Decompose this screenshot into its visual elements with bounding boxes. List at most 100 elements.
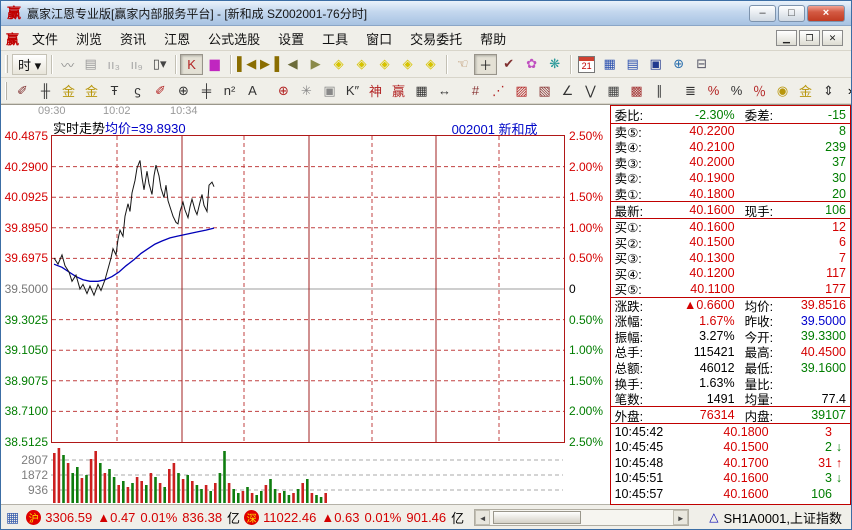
percent-tool[interactable]: %	[725, 80, 748, 101]
scroll-left-arrow[interactable]: ◄	[475, 510, 490, 525]
star-target-tool[interactable]: ✳	[295, 80, 318, 101]
volume-profile-tool[interactable]: ≣	[679, 80, 702, 101]
maximize-button[interactable]: □	[778, 5, 805, 22]
shanghai-index-quote[interactable]: 3306.59 ▲0.47 0.01% 836.38亿	[45, 508, 240, 527]
double-comb-tool[interactable]: ╪	[195, 80, 218, 101]
prev-page-button[interactable]: ◀	[281, 54, 304, 75]
angle-pen-tool[interactable]: ✐	[11, 80, 34, 101]
chip-distribution-tool[interactable]: ✿	[520, 54, 543, 75]
gann-diamond-down[interactable]: ◈	[396, 54, 419, 75]
gann-diamond-center[interactable]: ◈	[419, 54, 442, 75]
percent-line-tool[interactable]: ％	[748, 80, 771, 101]
menu-item-trade-order[interactable]: 交易委托	[401, 26, 471, 51]
menu-item-gann[interactable]: 江恩	[155, 26, 199, 51]
mdi-minimize-button[interactable]: ▁	[776, 30, 797, 46]
measure-check-tool[interactable]: ✔	[497, 54, 520, 75]
gold-circle-tool[interactable]: ◉	[771, 80, 794, 101]
text-label-tool[interactable]: A	[241, 80, 264, 101]
parallel-lines-tool[interactable]: ∥	[648, 80, 671, 101]
minute-9-chart[interactable]: ıı₉	[125, 54, 148, 75]
red-angle-tool[interactable]: ✐	[149, 80, 172, 101]
fibonacci-comb[interactable]: Ŧ	[103, 80, 126, 101]
current-index-label[interactable]: SH1A0001,上证指数	[724, 508, 843, 527]
trend-mode[interactable]: 〰	[56, 54, 79, 75]
menu-item-file[interactable]: 文件	[23, 26, 67, 51]
volume-bar	[278, 493, 281, 503]
next-page-button[interactable]: ▶	[304, 54, 327, 75]
menu-item-formula-picker[interactable]: 公式选股	[199, 26, 269, 51]
smart-analysis-tool[interactable]: ❋	[543, 54, 566, 75]
red-grid-overlay-tool[interactable]: ▩	[625, 80, 648, 101]
red-target-tool[interactable]: ⊕	[272, 80, 295, 101]
market-grid-icon[interactable]: ▦	[6, 509, 19, 526]
gann-diamond-right[interactable]: ◈	[350, 54, 373, 75]
gann-comb-tool[interactable]: ╫	[34, 80, 57, 101]
calculator-button[interactable]: ▦	[598, 54, 621, 75]
report-button[interactable]: ▤	[621, 54, 644, 75]
menu-item-help[interactable]: 帮助	[471, 26, 515, 51]
scroll-track[interactable]	[490, 510, 673, 525]
sh-index-pct: 0.01%	[140, 510, 177, 525]
k-notation-tool[interactable]: K″	[341, 80, 364, 101]
numbered-grid-tool[interactable]: ▦	[410, 80, 433, 101]
web-button[interactable]: ⊕	[667, 54, 690, 75]
fan-box-tool-1[interactable]: ▨	[510, 80, 533, 101]
last-page-button[interactable]: ▶▐	[258, 54, 281, 75]
menu-item-settings[interactable]: 设置	[269, 26, 313, 51]
square-of-nine-tool[interactable]: n²	[218, 80, 241, 101]
gold-lines-tool[interactable]: 金	[794, 80, 817, 101]
info-board[interactable]: ▤	[79, 54, 102, 75]
printer-button[interactable]: ⊟	[690, 54, 713, 75]
angle-lines-tool[interactable]: ∠	[556, 80, 579, 101]
save-button[interactable]: ▣	[644, 54, 667, 75]
fan-box-tool-2[interactable]: ▧	[533, 80, 556, 101]
scroll-right-arrow[interactable]: ►	[673, 510, 688, 525]
first-page-button[interactable]: ▌◀	[235, 54, 258, 75]
hand-tool[interactable]: ☜	[451, 54, 474, 75]
menu-item-tools[interactable]: 工具	[313, 26, 357, 51]
mdi-restore-button[interactable]: ❐	[799, 30, 820, 46]
color-volume-chart[interactable]: ▆	[203, 54, 226, 75]
kline-period[interactable]: ▯▾	[148, 54, 171, 75]
gold-ratio-comb-2[interactable]: 金	[80, 80, 103, 101]
shenzhen-index-quote[interactable]: 11022.46 ▲0.63 0.01% 901.46亿	[263, 508, 464, 527]
calendar-button[interactable]: 21	[575, 54, 598, 75]
mdi-close-button[interactable]: ✕	[822, 30, 843, 46]
grid-overlay-tool[interactable]: ▦	[602, 80, 625, 101]
menu-item-window[interactable]: 窗口	[357, 26, 401, 51]
vertical-measure-tool[interactable]: ⇕	[817, 80, 840, 101]
scroll-thumb[interactable]	[493, 511, 581, 524]
price-chart-box[interactable]	[51, 135, 565, 443]
minute-3-chart[interactable]: ıı₃	[102, 54, 125, 75]
more-tools-overflow[interactable]: »	[840, 80, 852, 101]
gann-diamond-left[interactable]: ◈	[327, 54, 350, 75]
gann-fan-tool[interactable]: ⋰	[487, 80, 510, 101]
toolbar-grip[interactable]	[5, 55, 8, 73]
win-indicator-tool[interactable]: 赢	[387, 80, 410, 101]
ask-row-1[interactable]: 卖①:40.180020	[611, 186, 850, 202]
v-lines-tool[interactable]: ⋁	[579, 80, 602, 101]
horizontal-scrollbar[interactable]: ◄ ►	[474, 509, 689, 526]
gann-diamond-up[interactable]: ◈	[373, 54, 396, 75]
menu-item-news[interactable]: 资讯	[111, 26, 155, 51]
width-measure-tool[interactable]: ↔	[433, 80, 456, 101]
bid-row-5[interactable]: 买⑤:40.1100177	[611, 281, 850, 297]
box-target-tool[interactable]: ▣	[318, 80, 341, 101]
period-selector[interactable]: 时 ▾	[12, 54, 47, 75]
circle-grid-tool[interactable]: ⊕	[172, 80, 195, 101]
price-box-tool[interactable]: #	[464, 80, 487, 101]
menu-item-browse[interactable]: 浏览	[67, 26, 111, 51]
gold-ratio-comb-1[interactable]: 金	[57, 80, 80, 101]
toolbar-grip[interactable]	[5, 82, 7, 100]
kline-chart[interactable]: K	[180, 54, 203, 75]
spiral-comb[interactable]: ϛ	[126, 80, 149, 101]
crosshair-tool[interactable]: ＋	[474, 54, 497, 75]
shen-indicator-tool[interactable]: 神	[364, 80, 387, 101]
title-bar[interactable]: 赢 赢家江恩专业版[赢家内部服务平台] - [新和成 SZ002001-76分时…	[1, 1, 851, 26]
close-button[interactable]: ×	[807, 5, 845, 22]
width-measure-tool-icon: ↔	[438, 83, 451, 98]
volume-pane[interactable]	[51, 445, 565, 503]
percent-retrace-tool[interactable]: %	[702, 80, 725, 101]
intraday-chart-area[interactable]: 实时走势均价=39.8930 002001 新和成 09:3010:0210:3…	[1, 105, 610, 503]
minimize-button[interactable]: –	[749, 5, 776, 22]
